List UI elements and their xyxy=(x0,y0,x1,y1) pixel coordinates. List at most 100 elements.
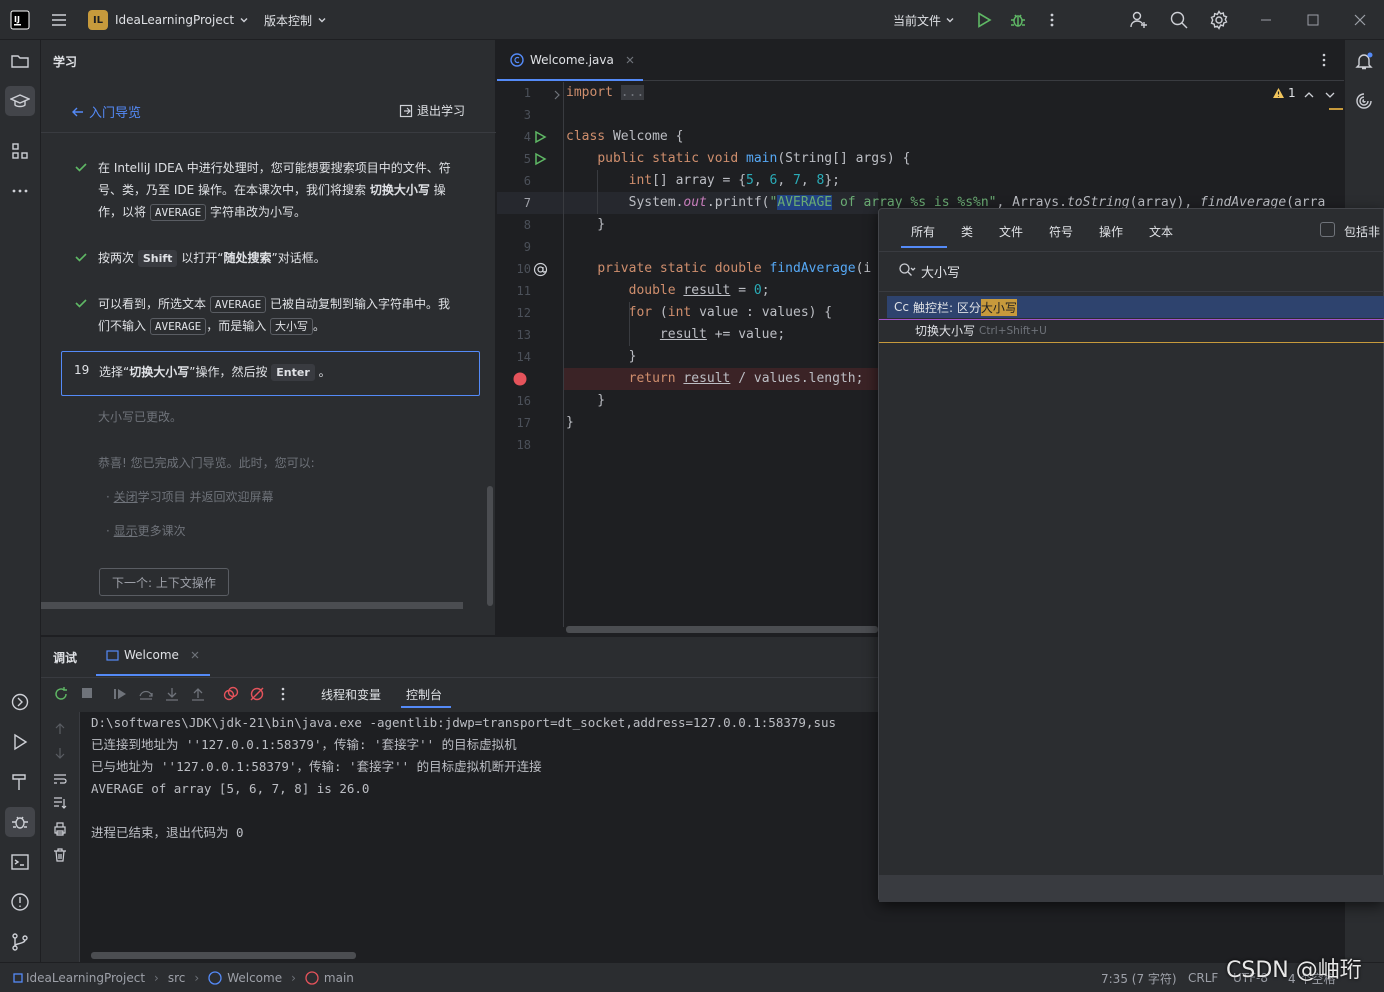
run-tool-icon[interactable] xyxy=(5,727,35,757)
git-branch-icon[interactable] xyxy=(5,927,35,957)
console-horizontal-scrollbar[interactable] xyxy=(91,952,356,959)
back-to-onboarding-link[interactable]: 入门导览 xyxy=(71,102,141,121)
run-config-selector[interactable]: 当前文件 xyxy=(893,0,955,40)
project-folder-icon[interactable] xyxy=(5,46,35,76)
project-selector[interactable]: IL IdeaLearningProject xyxy=(88,0,249,40)
vertical-scrollbar[interactable] xyxy=(487,486,493,606)
popup-tab-files[interactable]: 文件 xyxy=(999,223,1023,240)
breadcrumb-method[interactable]: main xyxy=(324,971,354,985)
more-actions-icon[interactable] xyxy=(1045,0,1059,40)
settings-gear-icon[interactable] xyxy=(1209,0,1229,40)
code-line-1[interactable]: import ... xyxy=(566,82,645,104)
scroll-down-icon[interactable] xyxy=(53,746,67,760)
close-icon[interactable] xyxy=(1353,0,1367,40)
popup-tab-all[interactable]: 所有 xyxy=(911,223,935,240)
code-line-5[interactable]: public static void main(String[] args) { xyxy=(566,148,910,170)
prev-highlight-icon[interactable] xyxy=(1303,89,1315,101)
maximize-icon[interactable] xyxy=(1306,0,1320,40)
search-icon[interactable] xyxy=(1169,0,1189,40)
tab-close-icon[interactable] xyxy=(625,55,635,65)
step-over-icon[interactable] xyxy=(138,686,154,702)
next-lesson-button[interactable]: 下一个: 上下文操作 xyxy=(99,568,229,596)
popup-tab-symbols[interactable]: 符号 xyxy=(1049,223,1073,240)
problems-icon[interactable] xyxy=(5,887,35,917)
view-breakpoints-icon[interactable] xyxy=(223,686,239,702)
code-line-6[interactable]: int[] array = {5, 6, 7, 8}; xyxy=(566,170,840,192)
notifications-bell-icon[interactable] xyxy=(1354,51,1374,71)
include-non-project-checkbox[interactable] xyxy=(1320,222,1335,237)
code-line-8[interactable]: } xyxy=(566,214,605,236)
step-out-icon[interactable] xyxy=(190,686,206,702)
app-logo-icon[interactable]: IJ xyxy=(10,0,30,40)
build-hammer-icon[interactable] xyxy=(5,767,35,797)
more-tools-icon[interactable] xyxy=(5,176,35,206)
vcs-menu[interactable]: 版本控制 xyxy=(264,0,327,40)
breadcrumb-project[interactable]: IdeaLearningProject xyxy=(26,971,145,985)
scroll-up-icon[interactable] xyxy=(53,722,67,736)
minimize-icon[interactable] xyxy=(1259,0,1273,40)
rerun-icon[interactable] xyxy=(53,686,69,702)
editor-tab-welcome[interactable]: Welcome.java xyxy=(497,40,643,81)
debug-tab-welcome[interactable]: Welcome xyxy=(96,636,210,676)
services-icon[interactable] xyxy=(5,687,35,717)
scroll-to-end-icon[interactable] xyxy=(53,796,67,810)
code-line-13[interactable]: result += value; xyxy=(566,324,785,346)
structure-icon[interactable] xyxy=(5,136,35,166)
editor-more-icon[interactable] xyxy=(1317,52,1331,68)
terminal-icon[interactable] xyxy=(5,847,35,877)
run-gutter-icon[interactable] xyxy=(533,152,547,166)
breadcrumb-src[interactable]: src xyxy=(168,971,186,985)
soft-wrap-icon[interactable] xyxy=(53,772,67,786)
code-line-10[interactable]: private static double findAverage(i xyxy=(566,258,871,280)
debug-tool-icon[interactable] xyxy=(5,807,35,837)
exit-learning-button[interactable]: 退出学习 xyxy=(399,102,465,119)
breadcrumb-class[interactable]: Welcome xyxy=(227,971,282,985)
tab-close-icon[interactable] xyxy=(190,650,200,660)
horizontal-scrollbar[interactable] xyxy=(41,602,463,609)
debug-more-icon[interactable] xyxy=(277,686,289,702)
code-line-14[interactable]: } xyxy=(566,346,637,368)
search-everywhere-input[interactable]: 大小写 xyxy=(921,262,960,281)
debug-icon[interactable] xyxy=(1009,0,1027,40)
stop-icon[interactable] xyxy=(80,686,94,700)
threads-variables-tab[interactable]: 线程和变量 xyxy=(321,686,381,703)
popup-tab-text[interactable]: 文本 xyxy=(1149,223,1173,240)
main-menu-icon[interactable] xyxy=(50,0,68,40)
learn-icon[interactable] xyxy=(5,86,35,116)
console-side-toolbar xyxy=(41,712,80,962)
search-result-selected[interactable]: Cc 触控栏: 区分 大小写 xyxy=(887,296,1384,318)
code-with-me-icon[interactable] xyxy=(1129,0,1149,40)
popup-tab-classes[interactable]: 类 xyxy=(961,223,973,240)
close-link[interactable]: 关闭 xyxy=(114,490,138,504)
line-separator[interactable]: CRLF xyxy=(1188,963,1218,992)
ai-assistant-icon[interactable] xyxy=(1354,91,1374,111)
step-into-icon[interactable] xyxy=(164,686,180,702)
breakpoint-icon[interactable] xyxy=(513,372,527,386)
run-gutter-icon[interactable] xyxy=(533,130,547,144)
show-link[interactable]: 显示 xyxy=(114,524,138,538)
code-line-17[interactable]: } xyxy=(566,412,574,434)
search-result-toggle-case[interactable]: 切换大小写 Ctrl+Shift+U xyxy=(915,322,1047,339)
code-line-12[interactable]: for (int value : values) { xyxy=(566,302,833,324)
mute-breakpoints-icon[interactable] xyxy=(249,686,265,702)
warnings-indicator[interactable]: 1 xyxy=(1272,86,1296,100)
resume-icon[interactable] xyxy=(112,686,128,702)
run-icon[interactable] xyxy=(975,0,993,40)
code-line-11[interactable]: double result = 0; xyxy=(566,280,770,302)
fold-chevron-icon[interactable] xyxy=(553,89,561,101)
usages-at-icon[interactable] xyxy=(533,262,548,277)
next-highlight-icon[interactable] xyxy=(1324,89,1336,101)
print-icon[interactable] xyxy=(53,822,67,836)
watermark: CSDN @岫珩 xyxy=(1226,958,1362,983)
code-line-15[interactable]: return result / values.length; xyxy=(566,368,864,390)
clear-trash-icon[interactable] xyxy=(53,848,67,862)
code-line-16[interactable]: } xyxy=(566,390,605,412)
popup-tab-actions[interactable]: 操作 xyxy=(1099,223,1123,240)
run-config-label: 当前文件 xyxy=(893,13,942,28)
editor-horizontal-scrollbar[interactable] xyxy=(566,626,878,633)
code-line-4[interactable]: class Welcome { xyxy=(566,126,683,148)
line-number: 13 xyxy=(516,328,531,342)
caret-position[interactable]: 7:35 (7 字符) xyxy=(1101,963,1177,992)
console-tab[interactable]: 控制台 xyxy=(406,686,442,703)
popup-footer xyxy=(879,875,1384,902)
